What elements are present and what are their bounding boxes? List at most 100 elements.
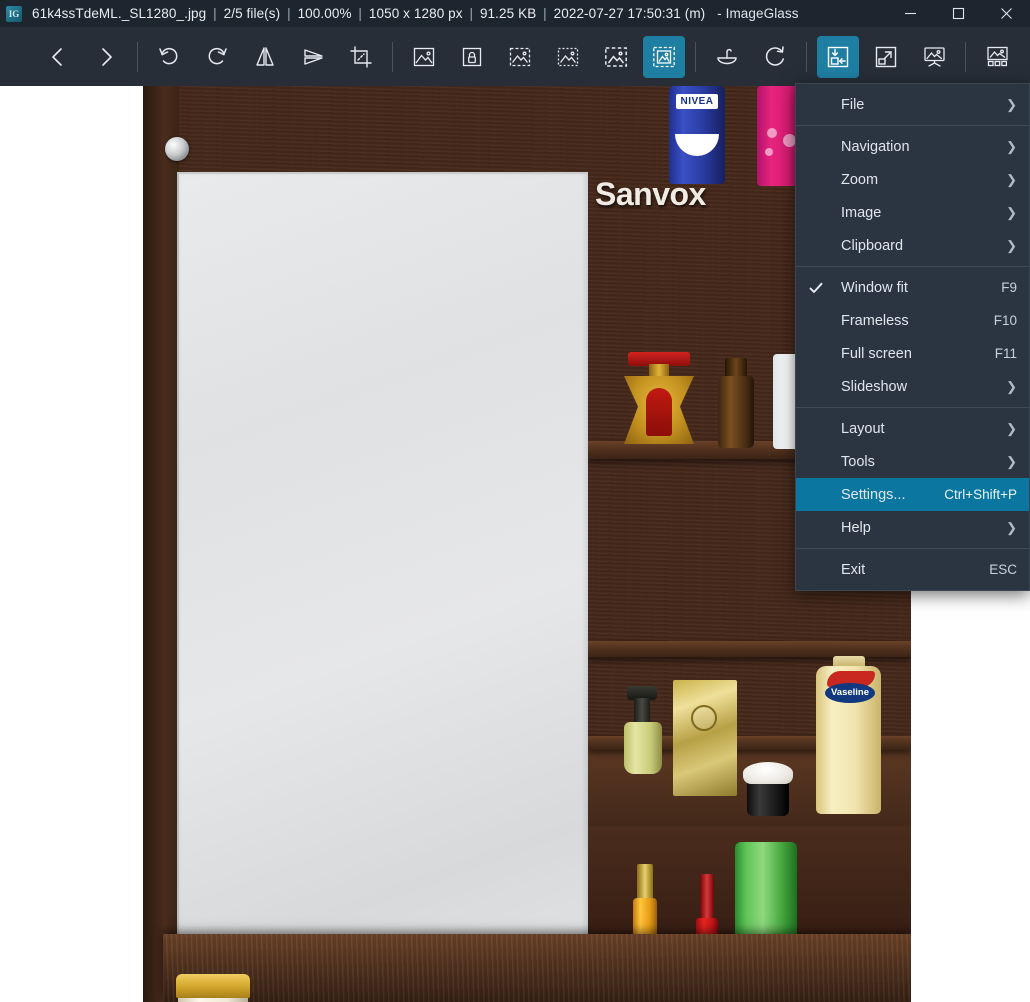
title-separator-5: | <box>543 6 547 21</box>
menu-item-slideshow-label: Slideshow <box>841 378 908 395</box>
menu-item-frameless-label: Frameless <box>841 312 909 329</box>
toolbar-separator <box>137 41 138 72</box>
menu-item-clipboard[interactable]: Clipboard ❯ <box>796 229 1029 262</box>
nivea-logo-label: NIVEA <box>676 94 718 109</box>
menu-item-tools-label: Tools <box>841 453 875 470</box>
maximize-button[interactable] <box>934 0 982 27</box>
menu-item-clipboard-label: Clipboard <box>841 237 904 254</box>
title-zoom-level: 100.00% <box>297 6 352 21</box>
menu-item-window-fit[interactable]: Window fit F9 <box>796 271 1029 304</box>
menu-separator <box>796 407 1029 408</box>
oriflame-sub-label: love nature <box>735 898 911 906</box>
title-file-counter: 2/5 file(s) <box>223 6 281 21</box>
menu-item-exit-label: Exit <box>841 561 866 578</box>
flip-vertical-button[interactable] <box>292 36 334 78</box>
menu-item-layout[interactable]: Layout ❯ <box>796 412 1029 445</box>
color-picker-button[interactable] <box>706 36 748 78</box>
slideshow-button[interactable] <box>913 36 955 78</box>
main-toolbar <box>0 27 1030 86</box>
rotate-right-button[interactable] <box>196 36 238 78</box>
rotate-left-button[interactable] <box>148 36 190 78</box>
refresh-button[interactable] <box>754 36 796 78</box>
crop-button[interactable] <box>340 36 382 78</box>
title-separator-1: | <box>213 6 217 21</box>
title-dimensions: 1050 x 1280 px <box>368 6 463 21</box>
toolbar-separator <box>392 41 393 72</box>
menu-item-help[interactable]: Help ❯ <box>796 511 1029 544</box>
minimize-button[interactable] <box>886 0 934 27</box>
amber-serum-cap <box>637 864 653 900</box>
chevron-right-icon: ❯ <box>1006 379 1017 394</box>
menu-item-settings-label: Settings... <box>841 486 906 503</box>
chevron-right-icon: ❯ <box>1006 454 1017 469</box>
menu-item-settings-shortcut: Ctrl+Shift+P <box>944 487 1017 502</box>
menu-item-image-label: Image <box>841 204 882 221</box>
title-app-name: - ImageGlass <box>717 6 799 21</box>
thumbnail-panel-button[interactable] <box>1024 36 1030 78</box>
menu-item-settings[interactable]: Settings... Ctrl+Shift+P <box>796 478 1029 511</box>
vaseline-line2-label: Restore <box>816 728 911 739</box>
menu-item-navigation[interactable]: Navigation ❯ <box>796 130 1029 163</box>
menu-item-full-screen-label: Full screen <box>841 345 912 362</box>
perfume-bottle-neck <box>649 364 669 378</box>
menu-item-navigation-label: Navigation <box>841 138 910 155</box>
scale-to-width-button[interactable] <box>499 36 541 78</box>
menu-item-file-label: File <box>841 96 865 113</box>
full-screen-button[interactable] <box>865 36 907 78</box>
nail-polish-cap <box>700 874 714 920</box>
chevron-right-icon: ❯ <box>1006 238 1017 253</box>
close-button[interactable] <box>982 0 1030 27</box>
flip-horizontal-button[interactable] <box>244 36 286 78</box>
menu-item-image[interactable]: Image ❯ <box>796 196 1029 229</box>
gold-box-emblem <box>691 705 717 731</box>
menu-item-exit-shortcut: ESC <box>989 562 1017 577</box>
lock-zoom-ratio-button[interactable] <box>643 35 685 78</box>
menu-item-exit[interactable]: Exit ESC <box>796 553 1029 586</box>
window-fit-button[interactable] <box>817 35 859 78</box>
auto-zoom-button[interactable] <box>595 36 637 78</box>
menu-separator <box>796 125 1029 126</box>
menu-item-tools[interactable]: Tools ❯ <box>796 445 1029 478</box>
cream-content <box>743 762 793 784</box>
print-button[interactable] <box>976 36 1018 78</box>
oil-bottle-cap <box>725 358 747 378</box>
main-context-menu[interactable]: File ❯ Navigation ❯ Zoom ❯ Image ❯ Clipboard ❯ Win… <box>795 83 1030 591</box>
menu-item-slideshow[interactable]: Slideshow ❯ <box>796 370 1029 403</box>
menu-item-zoom[interactable]: Zoom ❯ <box>796 163 1029 196</box>
vaseline-logo-label: Vaseline <box>825 683 875 703</box>
title-separator-2: | <box>287 6 291 21</box>
set-as-desktop-background-button[interactable] <box>403 36 445 78</box>
app-icon: IG <box>6 5 22 22</box>
set-as-lock-screen-button[interactable] <box>451 36 493 78</box>
menu-separator <box>796 548 1029 549</box>
menu-item-frameless[interactable]: Frameless F10 <box>796 304 1029 337</box>
title-modified-date: 2022-07-27 17:50:31 (m) <box>553 6 706 21</box>
title-filename: 61k4ssTdeML._SL1280_.jpg <box>32 6 207 21</box>
next-image-button[interactable] <box>85 36 127 78</box>
chevron-right-icon: ❯ <box>1006 172 1017 187</box>
title-separator-3: | <box>358 6 363 21</box>
shelf-middle <box>588 641 911 657</box>
menu-item-full-screen-shortcut: F11 <box>994 346 1017 361</box>
menu-item-window-fit-shortcut: F9 <box>1001 280 1017 295</box>
table-counter-top <box>163 934 911 1002</box>
jufra-oil-bottle <box>718 376 754 448</box>
menu-item-file[interactable]: File ❯ <box>796 88 1029 121</box>
menu-item-help-label: Help <box>841 519 871 536</box>
toolbar-separator <box>806 41 807 72</box>
toolbar-separator <box>695 41 696 72</box>
previous-image-button[interactable] <box>37 36 79 78</box>
menu-item-zoom-label: Zoom <box>841 171 879 188</box>
chevron-right-icon: ❯ <box>1006 205 1017 220</box>
green-serum-bottle <box>624 722 662 774</box>
chevron-right-icon: ❯ <box>1006 520 1017 535</box>
menu-item-full-screen[interactable]: Full screen F11 <box>796 337 1029 370</box>
chevron-right-icon: ❯ <box>1006 421 1017 436</box>
window-title-text: 61k4ssTdeML._SL1280_.jpg | 2/5 file(s) |… <box>32 6 799 21</box>
vaseline-line0-label: INTENSIVE CARE <box>816 706 911 712</box>
pink-bubble-decoration <box>765 148 773 156</box>
menu-item-layout-label: Layout <box>841 420 885 437</box>
perfume-red-window <box>646 388 672 436</box>
mirror-frame-left <box>143 86 179 1002</box>
scale-to-height-button[interactable] <box>547 36 589 78</box>
